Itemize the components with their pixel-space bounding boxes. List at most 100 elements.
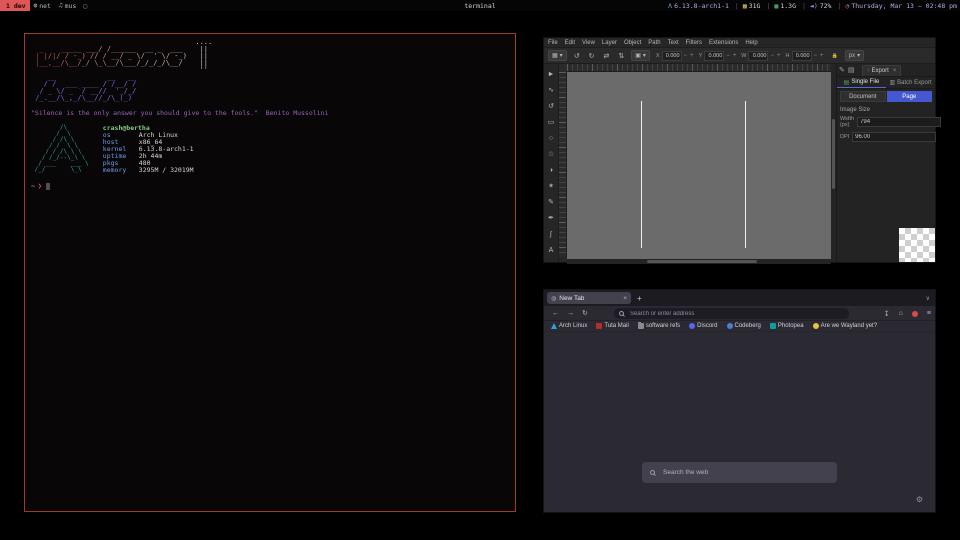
menu-item[interactable]: Help <box>745 40 757 46</box>
toolbar-icon[interactable]: ⇄ <box>602 52 610 60</box>
menu-item[interactable]: Edit <box>565 40 575 46</box>
vscroll-thumb[interactable] <box>832 119 835 189</box>
ruler-corner <box>559 64 567 72</box>
menu-icon[interactable]: ≡ <box>927 310 931 317</box>
status-text: Thursday, Mar 13 — 02:48 pm <box>851 2 957 10</box>
web-search-box[interactable] <box>642 462 837 483</box>
address-bar[interactable] <box>614 308 849 319</box>
bookmark-item[interactable]: Tuta Mail <box>596 323 628 329</box>
tool-icon[interactable]: ► <box>545 66 558 82</box>
forward-button[interactable]: → <box>567 310 574 317</box>
workspace-tag[interactable]: ♫mus <box>55 0 80 11</box>
address-input[interactable] <box>628 310 844 318</box>
field-value[interactable]: 0.000 <box>748 51 768 61</box>
decrement-button[interactable]: − <box>683 53 689 59</box>
close-icon[interactable]: × <box>893 68 897 74</box>
toolbar-icon[interactable]: ↺ <box>573 52 581 60</box>
terminal-window[interactable]: .... _ _____ ___/ /______ __ _ ___ || | … <box>24 33 516 512</box>
menu-item[interactable]: Object <box>624 40 641 46</box>
menu-item[interactable]: File <box>548 40 558 46</box>
field-value[interactable]: 0.000 <box>662 51 682 61</box>
scope-button[interactable]: Document <box>840 91 886 102</box>
tool-icon[interactable]: ↺ <box>545 98 558 114</box>
bookmark-item[interactable]: Photopea <box>770 323 804 329</box>
menu-item[interactable]: View <box>582 40 595 46</box>
extension-red-icon[interactable] <box>912 311 918 317</box>
workspace-tag[interactable]: 1 dev <box>0 0 30 11</box>
increment-button[interactable]: + <box>732 53 738 59</box>
tool-icon[interactable]: ○ <box>545 130 558 146</box>
workspace-label: net <box>39 2 51 10</box>
workspace-tag[interactable]: ◍net <box>30 0 55 11</box>
bookmark-item[interactable]: Are we Wayland yet? <box>813 323 877 329</box>
browser-tab[interactable]: ◍ New Tab × <box>547 292 631 304</box>
panel-icon[interactable]: ▤ <box>848 66 855 74</box>
inkscape-canvas[interactable] <box>567 72 831 259</box>
status-icon: ▦ <box>743 2 747 10</box>
export-preview-checkerboard <box>899 228 935 262</box>
menu-item[interactable]: Extensions <box>709 40 738 46</box>
prompt-char: ❯ <box>38 182 42 190</box>
bookmark-item[interactable]: Discord <box>689 323 717 329</box>
selection-options-dropdown[interactable]: ▦▾ <box>548 50 567 61</box>
decrement-button[interactable]: − <box>769 53 775 59</box>
menu-item[interactable]: Path <box>648 40 660 46</box>
status-text: 1.3G <box>780 2 796 10</box>
lock-ratio-icon[interactable]: 🔒 <box>831 53 839 59</box>
panel-icon[interactable]: ✎ <box>839 66 845 74</box>
gear-icon[interactable]: ⚙ <box>916 495 923 504</box>
tool-icon[interactable]: ▭ <box>545 114 558 130</box>
web-search-input[interactable] <box>661 468 829 477</box>
tool-icon[interactable]: ∫ <box>545 226 558 242</box>
shell-prompt[interactable]: ~ ❯ <box>31 182 509 190</box>
chevron-down-icon[interactable]: ∨ <box>926 295 930 302</box>
tool-icon[interactable]: ∿ <box>545 82 558 98</box>
bookmark-item[interactable]: software refs <box>638 323 680 329</box>
toolbar-icon[interactable]: ↻ <box>588 52 596 60</box>
canvas-hscrollbar[interactable] <box>567 259 831 264</box>
units-dropdown[interactable]: px▾ <box>845 50 864 61</box>
increment-button[interactable]: + <box>689 53 695 59</box>
tool-icon[interactable]: ◑ <box>545 162 558 178</box>
prompt-path: ~ <box>31 182 35 190</box>
workspace-tags: 1 dev ◍net ♫mus <box>0 0 80 11</box>
tool-icon[interactable]: ☆ <box>545 146 558 162</box>
tool-icon[interactable]: ✒ <box>545 210 558 226</box>
width-input[interactable] <box>857 117 941 127</box>
bookmark-favicon <box>727 323 733 329</box>
new-tab-button[interactable]: + <box>637 294 642 303</box>
dpi-input[interactable] <box>852 132 936 142</box>
field-value[interactable]: 0.000 <box>792 51 812 61</box>
menu-item[interactable]: Text <box>668 40 679 46</box>
hscroll-thumb[interactable] <box>647 260 757 263</box>
toolbar-icon[interactable]: ⇅ <box>617 52 625 60</box>
layout-icon[interactable]: ▢ <box>83 2 87 10</box>
tool-icon[interactable]: A <box>545 242 558 258</box>
field-value[interactable]: 0.000 <box>704 51 724 61</box>
menu-item[interactable]: Layer <box>602 40 617 46</box>
browser-window[interactable]: ◍ New Tab × + ∨ ← → ↻ ↧ ⌂ ≡ <box>543 289 936 513</box>
downloads-icon[interactable]: ↧ <box>884 310 890 318</box>
home-icon[interactable]: ⌂ <box>899 310 903 317</box>
export-mode-tab[interactable]: ▤Single File <box>837 77 886 88</box>
increment-button[interactable]: + <box>776 53 782 59</box>
decrement-button[interactable]: − <box>813 53 819 59</box>
decrement-button[interactable]: − <box>725 53 731 59</box>
inkscape-window[interactable]: File Edit View Layer Object Path Text Filters Ex… <box>543 37 936 263</box>
increment-button[interactable]: + <box>819 53 825 59</box>
export-dialog-tab[interactable]: ↑ Export × <box>862 65 902 76</box>
back-button[interactable]: ← <box>552 310 559 317</box>
field-label: H <box>786 53 790 59</box>
tool-icon[interactable]: ✎ <box>545 194 558 210</box>
reload-button[interactable]: ↻ <box>582 309 588 317</box>
bookmark-item[interactable]: Arch Linux <box>551 323 587 329</box>
bookmark-favicon <box>770 323 776 329</box>
menu-item[interactable]: Filters <box>686 40 702 46</box>
scope-button[interactable]: Page <box>887 91 933 102</box>
export-mode-tab[interactable]: ▥Batch Export <box>886 77 935 88</box>
align-dropdown[interactable]: ▣▾ <box>631 50 650 61</box>
tool-icon[interactable]: ✶ <box>545 178 558 194</box>
bookmark-item[interactable]: Codeberg <box>727 323 761 329</box>
tab-close-icon[interactable]: × <box>623 295 627 302</box>
bookmark-label: Photopea <box>778 323 804 329</box>
